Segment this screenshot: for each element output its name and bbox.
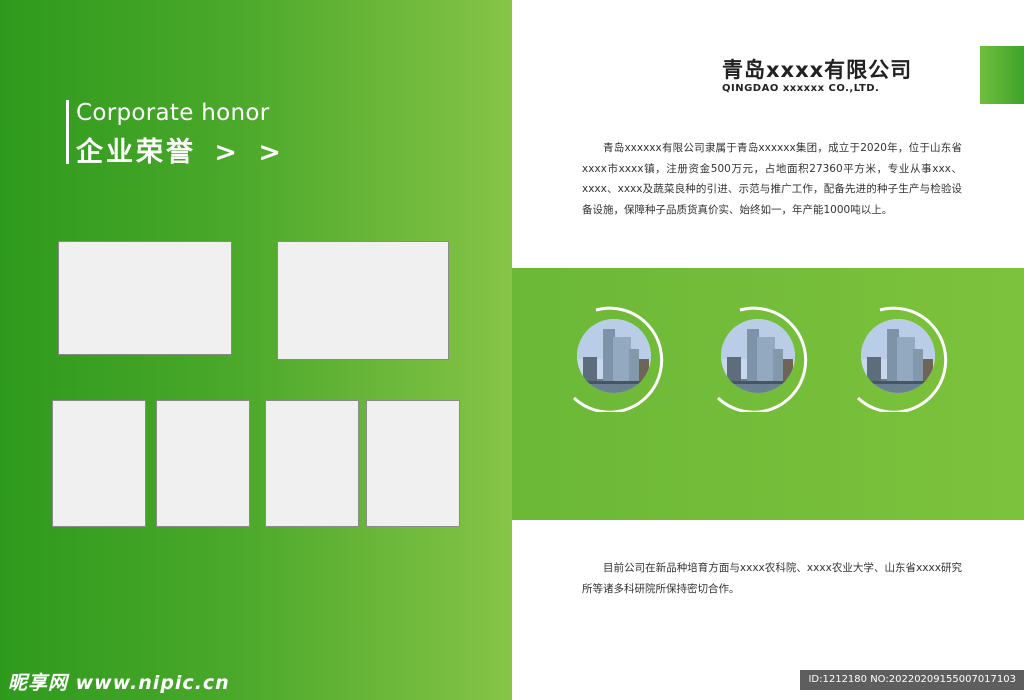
intro-paragraph: 青岛xxxxxx有限公司隶属于青岛xxxxxx集团，成立于2020年，位于山东省…: [582, 142, 962, 216]
title-accent-bar: [66, 100, 69, 164]
building-photo: [721, 319, 795, 393]
title-chinese-text: 企业荣誉: [76, 137, 196, 168]
company-name: 青岛xxxx有限公司: [722, 58, 913, 82]
building-photo-circle-1: [568, 302, 678, 412]
honor-frame-1: [58, 241, 232, 355]
honor-frame-5: [265, 400, 359, 527]
title-english: Corporate honor: [76, 100, 270, 126]
title-chinese: 企业荣誉 > >: [76, 130, 287, 169]
honor-frame-2: [277, 241, 449, 360]
honor-frame-6: [366, 400, 460, 527]
title-arrows: > >: [214, 137, 288, 168]
building-photo: [577, 319, 651, 393]
company-name-english: QINGDAO xxxxxx CO.,LTD.: [722, 83, 880, 94]
honor-frame-3: [52, 400, 146, 527]
watermark-site: 昵享网 www.nipic.cn: [8, 672, 230, 694]
building-photo-circle-3: [852, 302, 962, 412]
left-page: Corporate honor 企业荣誉 > > 昵享网 www.nipic.c…: [0, 0, 512, 700]
building-photo: [861, 319, 935, 393]
cooperation-paragraph: 目前公司在新品种培育方面与xxxx农科院、xxxx农业大学、山东省xxxx研究所…: [582, 562, 962, 595]
honor-frame-4: [156, 400, 250, 527]
watermark-id: ID:1212180 NO:20220209155007017103: [800, 670, 1024, 690]
building-photo-circle-2: [712, 302, 822, 412]
right-page: 青岛xxxx有限公司 QINGDAO xxxxxx CO.,LTD. 青岛xxx…: [512, 0, 1024, 700]
green-accent-block: [980, 46, 1024, 104]
